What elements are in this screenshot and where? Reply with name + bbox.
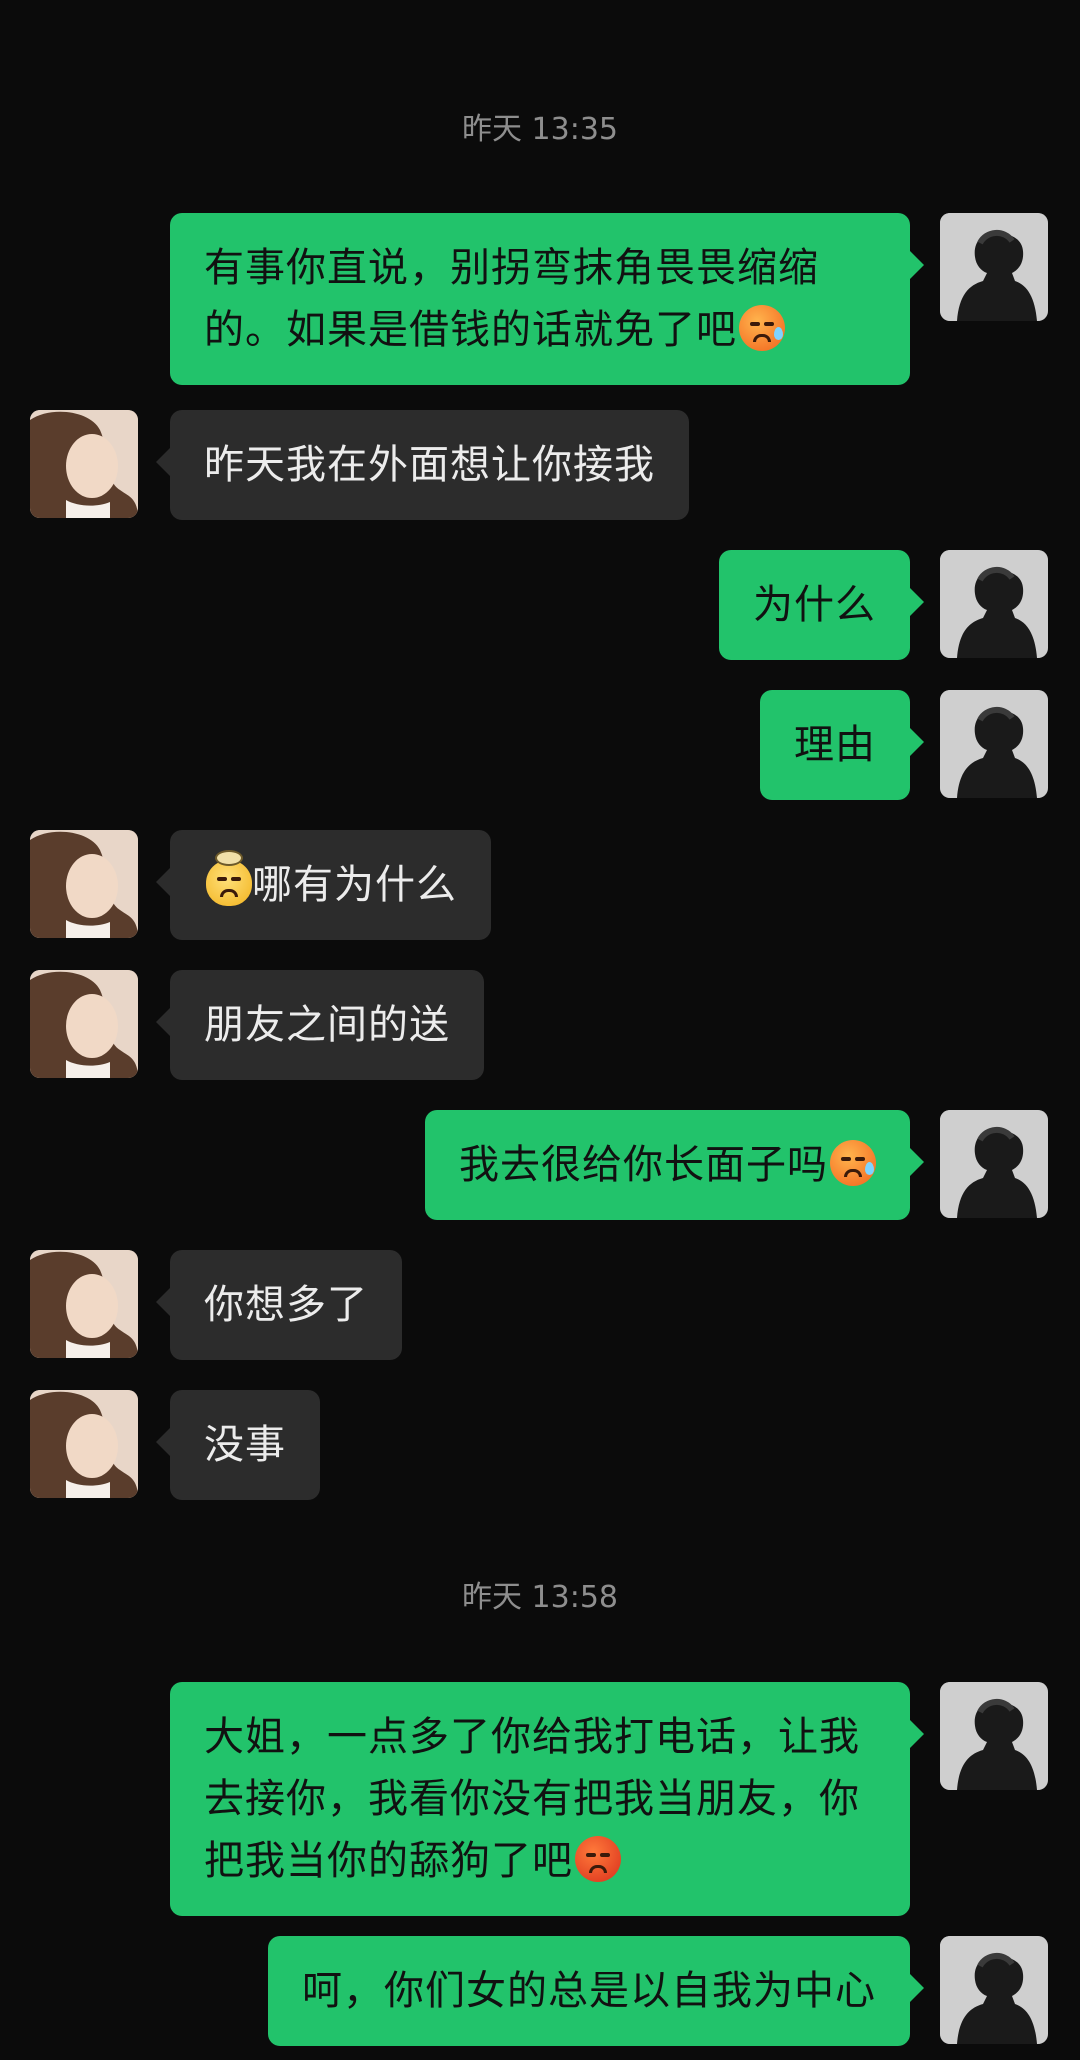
my-avatar[interactable] xyxy=(940,213,1048,321)
contact-avatar[interactable] xyxy=(30,970,138,1078)
message-text: 朋友之间的送 xyxy=(204,1002,450,1048)
message-text: 呵，你们女的总是以自我为中心 xyxy=(302,1968,876,2014)
message-text: 昨天我在外面想让你接我 xyxy=(204,442,655,488)
annoyed-face-icon xyxy=(206,850,252,906)
angry-face-icon xyxy=(575,1836,621,1882)
my-avatar[interactable] xyxy=(940,1936,1048,2044)
message-text: 哪有为什么 xyxy=(252,862,457,908)
outgoing-message-bubble[interactable]: 为什么 xyxy=(719,550,924,660)
incoming-message-bubble[interactable]: 哪有为什么 xyxy=(156,830,491,940)
timestamp: 昨天 13:35 xyxy=(462,112,618,147)
sweat-face-icon xyxy=(830,1140,876,1186)
message-text: 大姐，一点多了你给我打电话，让我去接你，我看你没有把我当朋友，你把我当你的舔狗了… xyxy=(204,1714,860,1884)
my-avatar[interactable] xyxy=(940,690,1048,798)
outgoing-message-bubble[interactable]: 我去很给你长面子吗 xyxy=(425,1110,924,1220)
incoming-message-bubble[interactable]: 你想多了 xyxy=(156,1250,402,1360)
message-text: 没事 xyxy=(204,1422,286,1468)
incoming-message-bubble[interactable]: 朋友之间的送 xyxy=(156,970,484,1080)
message-text: 理由 xyxy=(794,722,876,768)
my-avatar[interactable] xyxy=(940,550,1048,658)
my-avatar[interactable] xyxy=(940,1682,1048,1790)
message-text: 你想多了 xyxy=(204,1282,368,1328)
message-text: 有事你直说，别拐弯抹角畏畏缩缩的。如果是借钱的话就免了吧 xyxy=(204,245,819,353)
contact-avatar[interactable] xyxy=(30,410,138,518)
sweat-face-icon xyxy=(739,305,785,351)
incoming-message-bubble[interactable]: 没事 xyxy=(156,1390,320,1500)
outgoing-message-bubble[interactable]: 理由 xyxy=(760,690,924,800)
message-text: 我去很给你长面子吗 xyxy=(459,1142,828,1188)
contact-avatar[interactable] xyxy=(30,1390,138,1498)
outgoing-message-bubble[interactable]: 大姐，一点多了你给我打电话，让我去接你，我看你没有把我当朋友，你把我当你的舔狗了… xyxy=(170,1682,924,1916)
message-text: 为什么 xyxy=(753,582,876,628)
incoming-message-bubble[interactable]: 昨天我在外面想让你接我 xyxy=(156,410,689,520)
timestamp: 昨天 13:58 xyxy=(462,1580,618,1615)
outgoing-message-bubble[interactable]: 有事你直说，别拐弯抹角畏畏缩缩的。如果是借钱的话就免了吧 xyxy=(170,213,924,385)
outgoing-message-bubble[interactable]: 呵，你们女的总是以自我为中心 xyxy=(268,1936,924,2046)
contact-avatar[interactable] xyxy=(30,830,138,938)
contact-avatar[interactable] xyxy=(30,1250,138,1358)
my-avatar[interactable] xyxy=(940,1110,1048,1218)
